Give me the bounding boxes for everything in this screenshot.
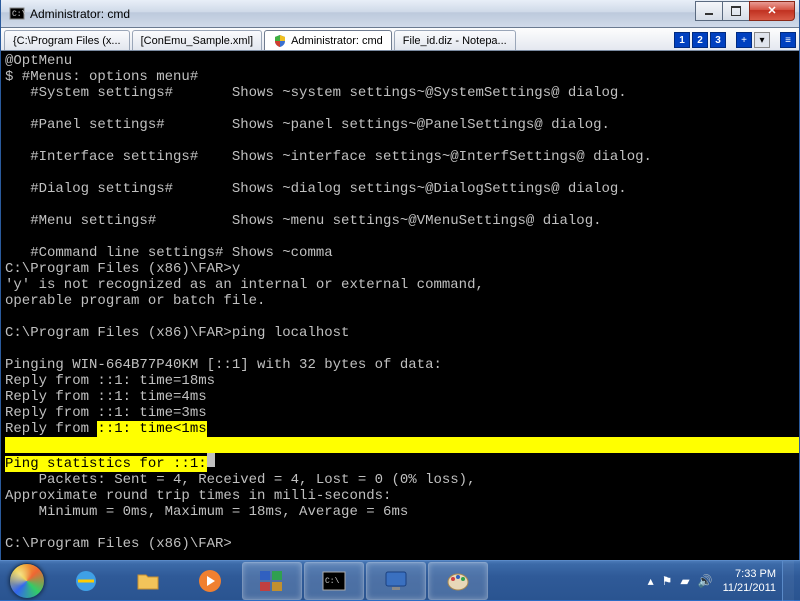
svg-text:C:\: C:\	[325, 577, 340, 586]
show-desktop-button[interactable]	[782, 561, 794, 601]
console-num-3[interactable]: 3	[710, 32, 726, 48]
cmd-icon: C:\	[320, 567, 348, 595]
console-num-2[interactable]: 2	[692, 32, 708, 48]
console-num-1[interactable]: 1	[674, 32, 690, 48]
start-button[interactable]	[0, 561, 54, 601]
folder-icon	[134, 567, 162, 595]
dropdown-button[interactable]: ▾	[754, 32, 770, 48]
terminal-output[interactable]: @OptMenu $ #Menus: options menu# #System…	[1, 51, 799, 558]
tab-file-id[interactable]: File_id.diz - Notepa...	[394, 30, 516, 50]
taskbar-conemu[interactable]	[242, 562, 302, 600]
app-window: C:\ Administrator: cmd {C:\Program Files…	[0, 0, 800, 561]
app-icon: C:\	[9, 6, 25, 22]
paint-icon	[444, 567, 472, 595]
volume-icon[interactable]: 🔊	[698, 574, 713, 588]
tab-program-files[interactable]: {C:\Program Files (x...	[4, 30, 130, 50]
taskbar-app[interactable]	[366, 562, 426, 600]
tabbar-right: 1 2 3 + ▾ ≡	[674, 30, 796, 50]
add-console-button[interactable]: +	[736, 32, 752, 48]
monitor-icon	[382, 567, 410, 595]
taskbar-explorer[interactable]	[118, 562, 178, 600]
conemu-icon	[257, 567, 287, 595]
menu-button[interactable]: ≡	[780, 32, 796, 48]
media-player-icon	[196, 567, 224, 595]
taskbar-items: C:\	[54, 561, 488, 601]
tab-conemu-sample[interactable]: [ConEmu_Sample.xml]	[132, 30, 263, 50]
titlebar-text: Administrator: cmd	[30, 7, 696, 21]
clock[interactable]: 7:33 PM 11/21/2011	[723, 567, 776, 595]
network-icon[interactable]: ▰	[680, 574, 689, 588]
shield-icon	[273, 34, 287, 48]
taskbar[interactable]: C:\ ▴ ⚑ ▰ 🔊 7:33 PM 11/21/2011	[0, 560, 800, 600]
svg-text:C:\: C:\	[12, 10, 25, 19]
minimize-button[interactable]	[695, 1, 723, 21]
taskbar-ie[interactable]	[56, 562, 116, 600]
tab-bar: {C:\Program Files (x... [ConEmu_Sample.x…	[1, 28, 799, 51]
maximize-button[interactable]	[722, 1, 750, 21]
tab-admin-cmd[interactable]: Administrator: cmd	[264, 30, 392, 50]
taskbar-paint[interactable]	[428, 562, 488, 600]
ie-icon	[72, 567, 100, 595]
window-buttons	[696, 1, 795, 21]
clock-time: 7:33 PM	[723, 567, 776, 581]
close-button[interactable]	[749, 1, 795, 21]
action-center-icon[interactable]: ⚑	[662, 574, 673, 588]
taskbar-cmd[interactable]: C:\	[304, 562, 364, 600]
titlebar[interactable]: C:\ Administrator: cmd	[1, 0, 799, 28]
system-tray: ▴ ⚑ ▰ 🔊 7:33 PM 11/21/2011	[648, 561, 800, 601]
taskbar-wmp[interactable]	[180, 562, 240, 600]
windows-orb-icon	[9, 563, 45, 599]
clock-date: 11/21/2011	[723, 581, 776, 595]
tray-up-icon[interactable]: ▴	[648, 574, 654, 588]
